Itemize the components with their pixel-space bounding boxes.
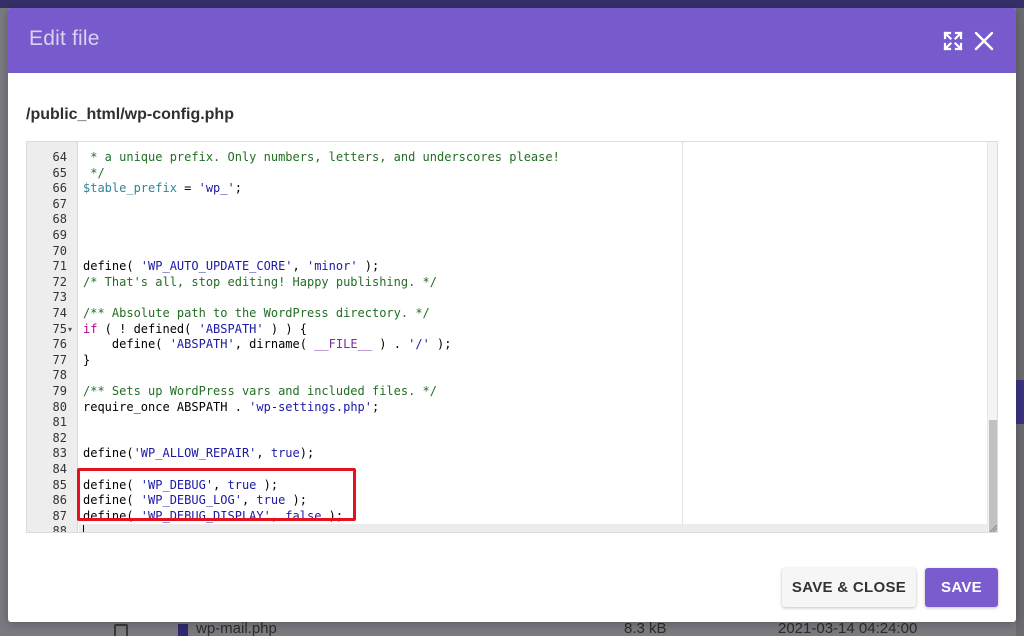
line-number: 76 xyxy=(52,337,67,352)
text-cursor xyxy=(83,525,84,532)
expand-button[interactable] xyxy=(941,29,965,53)
edit-file-dialog: Edit file /public_html/wp-config.php 64 6… xyxy=(8,8,1016,622)
save-close-button[interactable]: SAVE & CLOSE xyxy=(782,568,916,607)
file-path: /public_html/wp-config.php xyxy=(26,106,234,123)
file-row-name[interactable]: wp-mail.php xyxy=(196,621,277,636)
code-line[interactable]: /** Sets up WordPress vars and included … xyxy=(83,384,437,400)
line-number: 83 xyxy=(52,446,67,461)
code-line[interactable]: } xyxy=(83,353,90,369)
line-number: 84 xyxy=(52,462,67,476)
code-line[interactable]: /* That's all, stop editing! Happy publi… xyxy=(83,275,437,291)
line-number: 65 xyxy=(52,165,67,180)
file-row-size: 8.3 kB xyxy=(624,620,667,636)
line-number: 77 xyxy=(52,352,67,367)
resize-handle-icon[interactable] xyxy=(987,522,998,533)
code-line[interactable]: * a unique prefix. Only numbers, letters… xyxy=(83,150,560,166)
background-file-row: wp-mail.php 8.3 kB 2021-03-14 04:24:00 xyxy=(0,620,1024,636)
fold-toggle-icon[interactable]: ▾ xyxy=(68,322,77,338)
line-number: 86 xyxy=(52,493,67,508)
line-number: 78 xyxy=(52,368,67,383)
code-line[interactable]: define('WP_ALLOW_REPAIR', true); xyxy=(83,446,314,462)
editor-scrollbar[interactable] xyxy=(987,142,997,532)
debug-settings-highlight xyxy=(77,468,356,521)
code-line[interactable]: define( 'ABSPATH', dirname( __FILE__ ) .… xyxy=(83,337,452,353)
line-number: 85 xyxy=(52,477,67,492)
line-number: 64 xyxy=(52,150,67,164)
file-icon xyxy=(178,624,188,636)
line-number: 80 xyxy=(52,399,67,414)
line-number: 88 xyxy=(52,524,67,533)
code-line[interactable]: /** Absolute path to the WordPress direc… xyxy=(83,306,430,322)
line-number: 73 xyxy=(52,290,67,305)
file-row-date: 2021-03-14 04:24:00 xyxy=(778,620,918,636)
background-selected-row xyxy=(1016,380,1024,424)
dialog-header: Edit file xyxy=(8,8,1016,73)
line-number: 79 xyxy=(52,384,67,398)
background-toolbar xyxy=(0,0,1024,8)
code-line[interactable]: */ xyxy=(83,166,104,182)
line-number: 66 xyxy=(52,181,67,196)
line-number: 70 xyxy=(52,243,67,258)
line-number: 69 xyxy=(52,228,67,242)
line-number: 87 xyxy=(52,508,67,523)
background-panel-edge xyxy=(1016,8,1024,636)
line-number: 81 xyxy=(52,415,67,430)
dialog-title: Edit file xyxy=(29,27,100,50)
save-button[interactable]: SAVE xyxy=(925,568,998,607)
expand-icon xyxy=(943,31,963,51)
line-number: 67 xyxy=(52,196,67,211)
close-button[interactable] xyxy=(972,29,996,53)
code-line[interactable]: define( 'WP_AUTO_UPDATE_CORE', 'minor' )… xyxy=(83,259,379,275)
line-number: 72 xyxy=(52,274,67,289)
file-row-checkbox[interactable] xyxy=(114,624,128,636)
line-number: 74 xyxy=(52,306,67,320)
code-line[interactable]: require_once ABSPATH . 'wp-settings.php'… xyxy=(83,400,379,416)
close-icon xyxy=(974,31,994,51)
line-number: 82 xyxy=(52,430,67,445)
line-number: 68 xyxy=(52,212,67,227)
code-line[interactable]: if ( ! defined( 'ABSPATH' ) ) { xyxy=(83,322,307,338)
print-margin-line xyxy=(682,142,683,532)
line-number-gutter: 64 65 66 67 68 69 70 71 72 73 74 75 ▾ 76 77 78 79 80 81 82 8… xyxy=(27,142,78,533)
active-line-highlight xyxy=(79,524,987,532)
line-number: 71 xyxy=(52,259,67,274)
code-editor[interactable]: 64 65 66 67 68 69 70 71 72 73 74 75 ▾ 76 77 78 79 80 81 82 8… xyxy=(26,141,998,533)
scrollbar-thumb[interactable] xyxy=(989,420,997,532)
line-number: 75 xyxy=(52,321,67,336)
code-line[interactable]: $table_prefix = 'wp_'; xyxy=(83,181,242,197)
